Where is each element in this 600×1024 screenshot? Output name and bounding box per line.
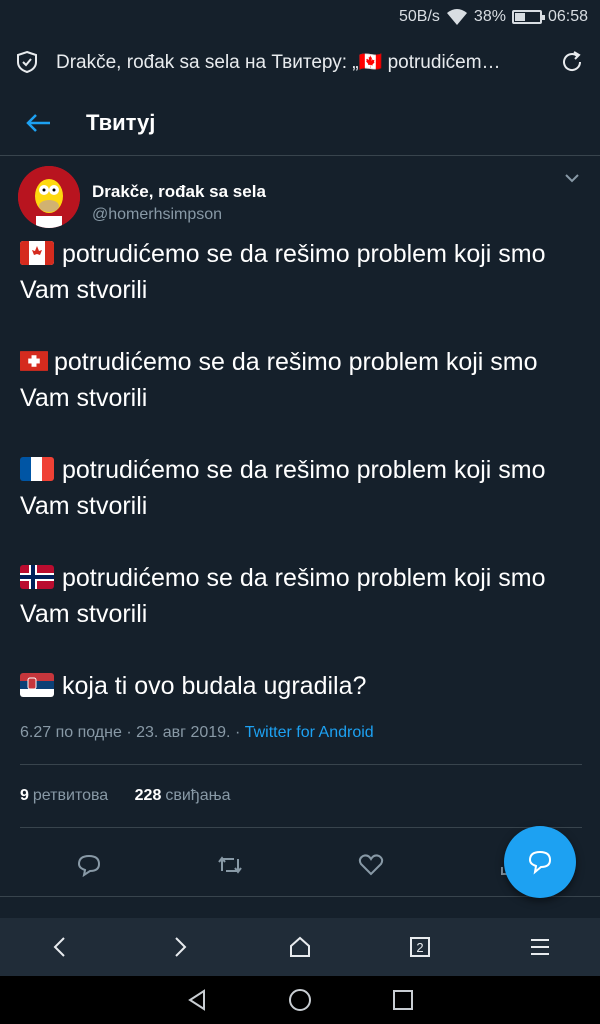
home-icon xyxy=(290,936,310,957)
network-speed: 50B/s xyxy=(399,8,440,25)
browser-address-bar[interactable]: Drakče, rođak sa sela на Твитеру: „🇨🇦 po… xyxy=(0,34,600,90)
browser-home-button[interactable] xyxy=(270,927,330,967)
norway-flag-icon xyxy=(20,565,54,589)
tweet: Drakče, rođak sa sela @homerhsimpson pot… xyxy=(0,156,600,828)
tweet-paragraph: potrudićemo se da rešimo problem koji sm… xyxy=(20,560,582,632)
compose-icon xyxy=(528,850,552,875)
paragraph-text: koja ti ovo budala ugradila? xyxy=(62,672,367,700)
paragraph-text: potrudićemo se da rešimo problem koji sm… xyxy=(20,240,546,304)
system-back-icon[interactable] xyxy=(186,989,208,1011)
battery-icon xyxy=(511,10,545,24)
system-recents-icon[interactable] xyxy=(392,989,414,1011)
clock: 06:58 xyxy=(547,8,588,25)
tweet-paragraph: potrudićemo se da rešimo problem koji sm… xyxy=(20,452,582,524)
page-title[interactable]: Drakče, rođak sa sela на Твитеру: „🇨🇦 po… xyxy=(56,50,546,74)
tweet-source-link[interactable]: Twitter for Android xyxy=(245,724,374,741)
app-header: Твитуј xyxy=(0,90,600,156)
tweet-author[interactable]: Drakče, rođak sa sela @homerhsimpson xyxy=(0,156,600,228)
homer-avatar-image xyxy=(18,166,80,228)
likes-stat[interactable]: 228 свиђања xyxy=(135,787,231,804)
browser-forward-button[interactable] xyxy=(150,927,210,967)
chevron-right-icon xyxy=(175,937,187,957)
shield-icon[interactable] xyxy=(16,50,38,74)
paragraph-text: potrudićemo se da rešimo problem koji sm… xyxy=(20,456,546,520)
paragraph-text: potrudićemo se da rešimo problem koji sm… xyxy=(20,564,546,628)
menu-icon xyxy=(531,939,549,955)
retweets-label: ретвитова xyxy=(32,787,109,804)
reload-icon[interactable] xyxy=(560,50,584,74)
likes-count: 228 xyxy=(134,787,162,804)
author-handle[interactable]: @homerhsimpson xyxy=(92,206,266,224)
browser-tabs-button[interactable]: 2 xyxy=(390,927,450,967)
system-home-icon[interactable] xyxy=(288,988,312,1012)
tweet-stats: 9 ретвитова 228 свиђања xyxy=(20,765,582,828)
battery-percent: 38% xyxy=(473,8,506,25)
system-navigation-bar xyxy=(0,976,600,1024)
retweets-count: 9 xyxy=(20,787,29,804)
tweet-meta: 6.27 по подне · 23. авг 2019. · Twitter … xyxy=(20,724,582,765)
compose-tweet-button[interactable] xyxy=(504,826,576,898)
battery-fill xyxy=(514,13,525,21)
browser-toolbar: 2 xyxy=(0,918,600,976)
paragraph-text: potrudićemo se da rešimo problem koji sm… xyxy=(20,348,538,412)
status-bar: 50B/s 38% 06:58 xyxy=(0,0,600,34)
france-flag-icon xyxy=(20,457,54,481)
like-icon[interactable] xyxy=(358,853,384,877)
tweet-text: potrudićemo se da rešimo problem koji sm… xyxy=(0,228,600,704)
retweets-stat[interactable]: 9 ретвитова xyxy=(20,787,108,804)
wifi-icon xyxy=(446,9,467,25)
tweet-paragraph: potrudićemo se da rešimo problem koji sm… xyxy=(20,344,582,416)
tweet-timestamp: 6.27 по подне · 23. авг 2019. · xyxy=(20,724,245,741)
header-title: Твитуј xyxy=(86,109,156,135)
reply-icon[interactable] xyxy=(76,853,102,877)
chevron-left-icon xyxy=(53,937,65,957)
avatar[interactable] xyxy=(18,166,80,228)
browser-back-button[interactable] xyxy=(30,927,90,967)
likes-label: свиђања xyxy=(165,787,231,804)
back-arrow-icon[interactable] xyxy=(24,111,52,135)
retweet-icon[interactable] xyxy=(217,853,243,877)
chevron-down-icon[interactable] xyxy=(564,172,580,184)
browser-menu-button[interactable] xyxy=(510,927,570,967)
author-name[interactable]: Drakče, rođak sa sela xyxy=(92,182,266,202)
canada-flag-icon xyxy=(20,241,54,265)
tweet-paragraph: koja ti ovo budala ugradila? xyxy=(20,668,582,704)
tab-count: 2 xyxy=(410,937,430,957)
switzerland-flag-icon xyxy=(20,351,48,371)
serbia-flag-icon xyxy=(20,673,54,697)
tweet-paragraph: potrudićemo se da rešimo problem koji sm… xyxy=(20,236,582,308)
